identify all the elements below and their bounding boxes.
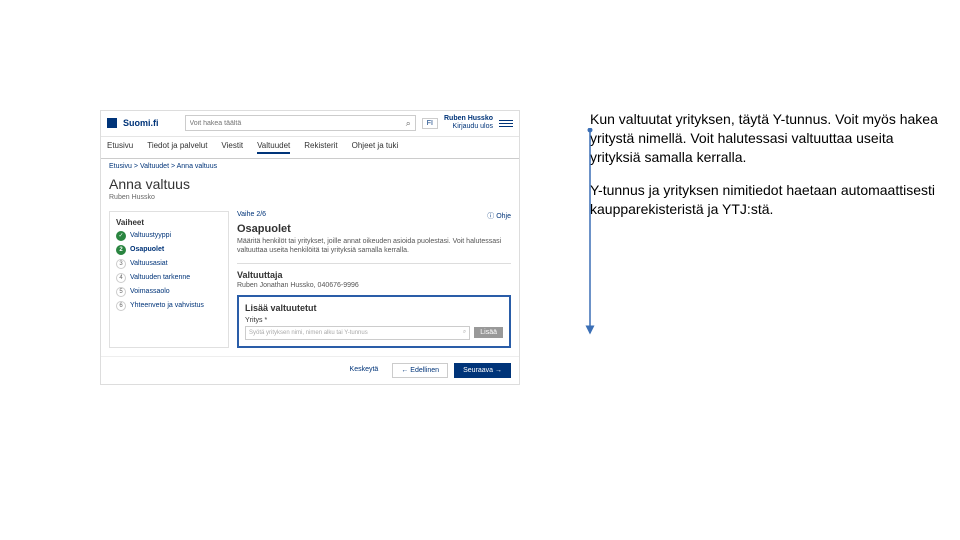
step-4[interactable]: 4Valtuuden tarkenne [116, 273, 222, 283]
search-input[interactable] [190, 120, 406, 127]
add-label: Yritys * [245, 317, 503, 324]
nav-tiedot[interactable]: Tiedot ja palvelut [147, 141, 207, 154]
company-input[interactable]: Syötä yrityksen nimi, nimen alku tai Y-t… [245, 326, 470, 340]
step-num: 2 [116, 245, 126, 255]
page-title: Anna valtuus [101, 174, 519, 194]
nav-rekisterit[interactable]: Rekisterit [304, 141, 337, 154]
step-num: 3 [116, 259, 126, 269]
steps-sidebar: Vaiheet ✓Valtuustyyppi 2Osapuolet 3Valtu… [109, 211, 229, 348]
logo-icon [107, 118, 117, 128]
logout-link[interactable]: Kirjaudu ulos [444, 123, 493, 131]
prev-button[interactable]: ← Edellinen [392, 363, 448, 378]
crumb-1[interactable]: Etusivu [109, 163, 132, 170]
valtuuttaja-section: Valtuuttaja Ruben Jonathan Hussko, 04067… [237, 263, 511, 289]
crumb-3: Anna valtuus [177, 163, 217, 170]
site-search[interactable]: ⌕ [185, 115, 416, 131]
lang-select[interactable]: FI [422, 118, 438, 129]
annotation-p2: Y-tunnus ja yrityksen nimitiedot haetaan… [590, 181, 940, 219]
nav-etusivu[interactable]: Etusivu [107, 141, 133, 154]
step-2[interactable]: 2Osapuolet [116, 245, 222, 255]
step-3[interactable]: 3Valtuusasiat [116, 259, 222, 269]
cancel-button[interactable]: Keskeytä [342, 363, 387, 378]
step-num: 4 [116, 273, 126, 283]
step-5[interactable]: 5Voimassaolo [116, 287, 222, 297]
step-6[interactable]: 6Yhteenveto ja vahvistus [116, 301, 222, 311]
main-panel: Vaihe 2/6 ⓘ Ohje Osapuolet Määritä henki… [237, 211, 511, 348]
breadcrumb: Etusivu > Valtuudet > Anna valtuus [101, 159, 519, 174]
search-icon[interactable]: ⌕ [406, 118, 411, 129]
step-num: 6 [116, 301, 126, 311]
step-1[interactable]: ✓Valtuustyyppi [116, 231, 222, 241]
nav-ohjeet[interactable]: Ohjeet ja tuki [352, 141, 399, 154]
top-bar: Suomi.fi ⌕ FI Ruben Hussko Kirjaudu ulos [101, 111, 519, 137]
annotation-text: Kun valtuutat yrityksen, täytä Y-tunnus.… [590, 110, 940, 232]
page-subtitle: Ruben Hussko [101, 194, 519, 207]
main-nav: Etusivu Tiedot ja palvelut Viestit Valtu… [101, 137, 519, 159]
step-indicator: Vaihe 2/6 [237, 211, 266, 221]
footer-buttons: Keskeytä ← Edellinen Seuraava → [101, 356, 519, 384]
nav-viestit[interactable]: Viestit [221, 141, 243, 154]
main-desc: Määritä henkilöt tai yritykset, joille a… [237, 237, 511, 255]
user-name: Ruben Hussko [444, 115, 493, 123]
add-heading: Lisää valtuutetut [245, 303, 503, 313]
annotation-p1: Kun valtuutat yrityksen, täytä Y-tunnus.… [590, 110, 940, 167]
nav-valtuudet[interactable]: Valtuudet [257, 141, 290, 154]
menu-icon[interactable] [499, 120, 513, 127]
search-icon[interactable]: ⌕ [463, 329, 466, 336]
help-link[interactable]: ⓘ Ohje [487, 211, 511, 221]
steps-title: Vaiheet [116, 218, 222, 227]
site-name: Suomi.fi [123, 118, 159, 128]
add-button[interactable]: Lisää [474, 327, 503, 338]
add-box: Lisää valtuutetut Yritys * Syötä yrityks… [237, 295, 511, 348]
next-button[interactable]: Seuraava → [454, 363, 511, 378]
main-heading: Osapuolet [237, 223, 511, 235]
user-box[interactable]: Ruben Hussko Kirjaudu ulos [444, 115, 493, 132]
step-num: 5 [116, 287, 126, 297]
input-placeholder: Syötä yrityksen nimi, nimen alku tai Y-t… [249, 330, 368, 336]
crumb-2[interactable]: Valtuudet [140, 163, 169, 170]
check-icon: ✓ [116, 231, 126, 241]
browser-window: Suomi.fi ⌕ FI Ruben Hussko Kirjaudu ulos… [100, 110, 520, 385]
valtuuttaja-heading: Valtuuttaja [237, 270, 511, 280]
valtuuttaja-text: Ruben Jonathan Hussko, 040676-9996 [237, 282, 511, 289]
